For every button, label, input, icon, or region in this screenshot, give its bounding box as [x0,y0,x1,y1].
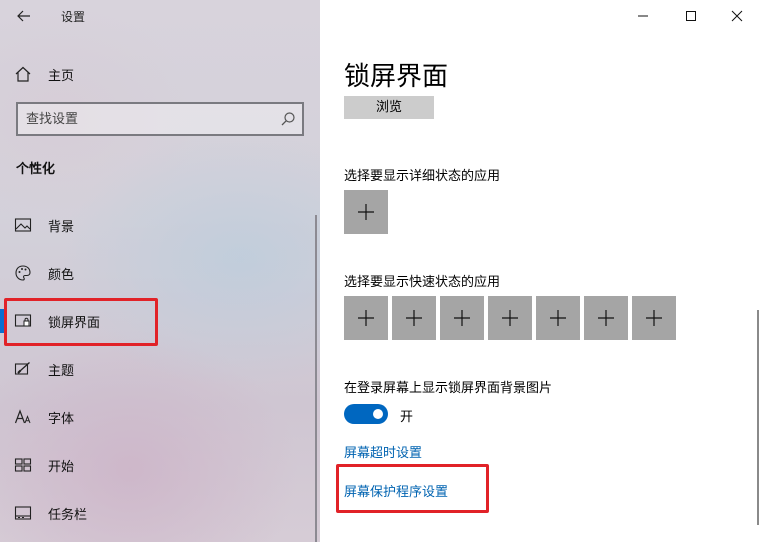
sidebar-item-label: 背景 [48,220,75,235]
sidebar-item-background[interactable]: 背景 [0,205,320,245]
home-icon [15,66,31,82]
add-quick-status-app-button-6[interactable] [584,296,628,340]
home-label: 主页 [48,69,75,84]
sidebar-item-label: 主题 [48,364,75,379]
sidebar-item-taskbar[interactable]: 任务栏 [0,493,320,533]
plus-icon [502,310,518,326]
font-icon [14,409,31,424]
close-button[interactable] [714,0,760,32]
app-title: 设置 [61,10,86,24]
picture-icon [14,218,32,232]
page-title: 锁屏界面 [344,62,449,92]
screen-timeout-settings-link[interactable]: 屏幕超时设置 [344,442,422,461]
show-background-label: 在登录屏幕上显示锁屏界面背景图片 [344,381,553,396]
plus-icon [358,204,374,220]
add-quick-status-app-button-5[interactable] [536,296,580,340]
detailed-status-label: 选择要显示详细状态的应用 [344,169,501,184]
sidebar-item-label: 任务栏 [48,508,88,523]
search-input[interactable] [26,109,266,129]
plus-icon [358,310,374,326]
section-title: 个性化 [16,162,56,177]
add-detailed-status-app-button[interactable] [344,190,388,234]
content-scrollbar[interactable] [757,310,759,525]
sidebar-item-label: 颜色 [48,268,75,283]
start-icon [14,458,32,472]
plus-icon [454,310,470,326]
sidebar-scrollbar[interactable] [315,215,317,542]
plus-icon [598,310,614,326]
sidebar-item-start[interactable]: 开始 [0,445,320,485]
minimize-button[interactable] [620,0,666,32]
palette-icon [15,265,31,281]
plus-icon [550,310,566,326]
add-quick-status-app-button-4[interactable] [488,296,532,340]
sidebar-item-home[interactable]: 主页 [0,58,320,90]
search-box[interactable] [16,102,304,136]
sidebar-item-label: 字体 [48,412,75,427]
toggle-knob [373,409,383,419]
minimize-icon [638,15,648,17]
add-quick-status-app-button-1[interactable] [344,296,388,340]
add-quick-status-app-button-2[interactable] [392,296,436,340]
sidebar-item-fonts[interactable]: 字体 [0,397,320,437]
close-icon [731,10,743,22]
toggle-state-label: 开 [400,410,414,425]
main-content: 锁屏界面 浏览 选择要显示详细状态的应用 选择要显示快速状态的应用 在登录屏幕上… [320,0,761,542]
plus-icon [406,310,422,326]
show-background-toggle[interactable] [344,404,388,424]
sidebar-item-label: 开始 [48,460,75,475]
sidebar: 设置 主页 个性化 背景 颜色 [0,0,320,542]
taskbar-icon [14,506,32,520]
maximize-button[interactable] [668,0,714,32]
highlight-box-lock-screen [4,298,158,346]
browse-button[interactable]: 浏览 [344,96,434,119]
add-quick-status-app-button-7[interactable] [632,296,676,340]
maximize-icon [686,11,696,21]
add-quick-status-app-button-3[interactable] [440,296,484,340]
sidebar-item-colors[interactable]: 颜色 [0,253,320,293]
theme-icon [14,362,30,375]
highlight-box-screensaver [336,464,489,513]
search-icon[interactable] [280,111,296,127]
plus-icon [646,310,662,326]
quick-status-label: 选择要显示快速状态的应用 [344,275,501,290]
back-arrow-icon [17,10,30,22]
sidebar-item-themes[interactable]: 主题 [0,349,320,389]
sidebar-titlebar: 设置 [0,0,320,32]
back-button[interactable] [12,4,36,28]
